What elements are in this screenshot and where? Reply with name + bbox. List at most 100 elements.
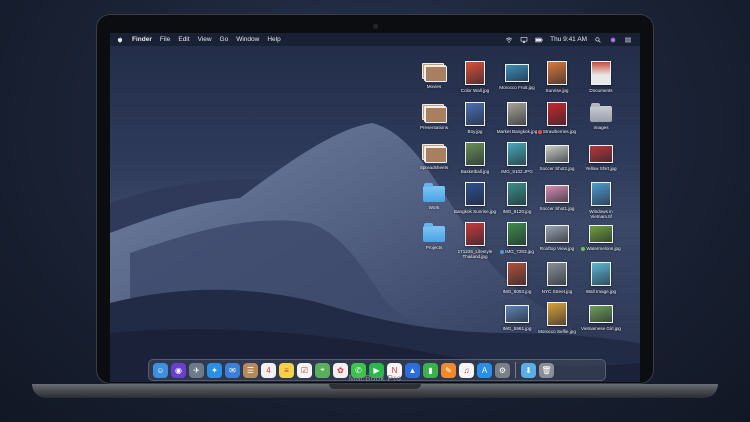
- desktop-item-label: Morocco Selfie.jpg: [534, 329, 580, 334]
- desktop-item-name: Documents: [589, 88, 613, 93]
- desktop-item[interactable]: Strawberries.jpg: [534, 102, 580, 134]
- desktop-item-label: Basketball.jpg: [452, 169, 498, 174]
- menu-finder[interactable]: Finder: [132, 36, 152, 43]
- desktop-item-name: Wall Image.jpg: [585, 289, 617, 294]
- desktop-item[interactable]: Vietnamese Girl.jpg: [578, 302, 624, 331]
- desktop-item[interactable]: Soccer Shot1.jpg: [534, 182, 580, 211]
- menu-bar: Finder File Edit View Go Window Help Thu…: [110, 33, 640, 46]
- tag-dot-icon: [537, 129, 542, 134]
- desktop-item-name: Market Bangkok.jpg: [496, 129, 538, 134]
- desktop-item[interactable]: Soccer Shot2.jpg: [534, 142, 580, 171]
- airplay-icon[interactable]: [520, 36, 528, 43]
- siri-icon[interactable]: [609, 37, 617, 43]
- desktop-item[interactable]: Images: [578, 102, 624, 130]
- desktop-item-name: Projects: [425, 245, 443, 250]
- photo-thumbnail-icon: [547, 61, 567, 85]
- laptop-lid: Finder File Edit View Go Window Help Thu…: [96, 14, 654, 384]
- control-center-icon[interactable]: [624, 37, 632, 43]
- desktop-item[interactable]: Morocco Selfie.jpg: [534, 302, 580, 334]
- desktop-item-name: Strawberries.jpg: [542, 129, 577, 134]
- photo-thumbnail-icon: [591, 182, 611, 206]
- desktop-item-label: Vietnamese Girl.jpg: [578, 326, 624, 331]
- battery-icon[interactable]: [535, 37, 543, 43]
- desktop-item-name: Watermelons.jpg: [586, 246, 621, 251]
- wifi-icon[interactable]: [505, 37, 513, 43]
- desktop-item-label: Color Wall.jpg: [452, 88, 498, 93]
- photo-thumbnail-icon: [465, 222, 485, 246]
- desktop-item-name: Presentations: [419, 125, 449, 130]
- menu-window[interactable]: Window: [236, 36, 259, 43]
- menu-view[interactable]: View: [198, 36, 212, 43]
- desktop-item-name: Morocco Fruit.jpg: [499, 85, 535, 90]
- desktop-item-label: Movies: [411, 84, 457, 89]
- desktop-item[interactable]: Basketball.jpg: [452, 142, 498, 174]
- desktop-item[interactable]: Documents: [578, 61, 624, 93]
- desktop-item[interactable]: Spreadsheets: [411, 142, 457, 170]
- photo-thumbnail-icon: [507, 262, 527, 286]
- desktop-item-name: IMG_7283.jpg: [505, 249, 534, 254]
- desktop-item-name: 171225_Lifestyle Thailand.jpg: [457, 249, 493, 260]
- desktop-item-label: Strawberries.jpg: [534, 129, 580, 134]
- photo-thumbnail-icon: [545, 225, 569, 243]
- folder-icon: [423, 223, 445, 242]
- desktop-item[interactable]: Projects: [411, 222, 457, 250]
- desktop-item[interactable]: 171225_Lifestyle Thailand.jpg: [452, 222, 498, 260]
- camera-dot: [373, 24, 378, 29]
- tag-dot-icon: [500, 249, 505, 254]
- desktop-item[interactable]: Work: [411, 182, 457, 210]
- desktop-item-label: Spreadsheets: [411, 165, 457, 170]
- desktop-item[interactable]: Sunrise.jpg: [534, 61, 580, 93]
- desktop-item[interactable]: Watermelons.jpg: [578, 222, 624, 251]
- folder-icon: [423, 183, 445, 202]
- desktop-item-name: Bangkok Sunrise.jpg: [453, 209, 497, 214]
- desktop-item-label: Watermelons.jpg: [578, 246, 624, 251]
- desktop-item-name: Yellow Shirt.jpg: [585, 166, 617, 171]
- desktop-item-label: Work: [411, 205, 457, 210]
- spotlight-icon[interactable]: [594, 36, 602, 43]
- desktop-item-name: Boy.jpg: [467, 129, 483, 134]
- menu-help[interactable]: Help: [267, 36, 280, 43]
- desktop-item[interactable]: Movies: [411, 61, 457, 89]
- desktop-item[interactable]: Rooftop View.jpg: [534, 222, 580, 251]
- laptop-base: [32, 384, 718, 398]
- desktop-item[interactable]: Color Wall.jpg: [452, 61, 498, 93]
- desktop-item-label: Projects: [411, 245, 457, 250]
- desktop-item-name: NYC Street.jpg: [541, 289, 573, 294]
- desktop-item-name: Spreadsheets: [419, 165, 449, 170]
- desktop-item[interactable]: NYC Street.jpg: [534, 262, 580, 294]
- photo-thumbnail-icon: [465, 61, 485, 85]
- tag-dot-icon: [581, 246, 586, 251]
- desktop-item-label: 171225_Lifestyle Thailand.jpg: [452, 249, 498, 260]
- desktop-item[interactable]: Windows in Vietnam.tif: [578, 182, 624, 220]
- menu-edit[interactable]: Edit: [178, 36, 189, 43]
- folder-icon: [590, 103, 612, 122]
- desktop-item-label: Windows in Vietnam.tif: [578, 209, 624, 220]
- photo-thumbnail-icon: [545, 145, 569, 163]
- desktop-item-name: Sunrise.jpg: [545, 88, 569, 93]
- desktop-screen: Finder File Edit View Go Window Help Thu…: [110, 33, 640, 382]
- desktop-item-name: Movies: [426, 84, 442, 89]
- desktop-item[interactable]: Wall Image.jpg: [578, 262, 624, 294]
- desktop-item-name: Soccer Shot1.jpg: [539, 206, 575, 211]
- photo-thumbnail-icon: [547, 262, 567, 286]
- device-label: MacBook Pro: [348, 374, 402, 383]
- desktop-item[interactable]: Boy.jpg: [452, 102, 498, 134]
- desktop-item[interactable]: Yellow Shirt.jpg: [578, 142, 624, 171]
- menu-file[interactable]: File: [160, 36, 170, 43]
- desktop-item-name: Morocco Selfie.jpg: [538, 329, 576, 334]
- desktop-item-label: NYC Street.jpg: [534, 289, 580, 294]
- desktop-item-name: Images: [593, 125, 609, 130]
- desktop-item-name: Soccer Shot2.jpg: [539, 166, 575, 171]
- desktop-item[interactable]: Presentations: [411, 102, 457, 130]
- desktop-item-label: Images: [578, 125, 624, 130]
- photo-thumbnail-icon: [589, 225, 613, 243]
- photo-thumbnail-icon: [505, 305, 529, 323]
- desktop-item[interactable]: Bangkok Sunrise.jpg: [452, 182, 498, 214]
- photo-thumbnail-icon: [589, 145, 613, 163]
- desktop-item-label: Presentations: [411, 125, 457, 130]
- apple-icon[interactable]: [116, 36, 124, 43]
- desktop-item-name: Color Wall.jpg: [460, 88, 490, 93]
- menu-go[interactable]: Go: [220, 36, 229, 43]
- desktop-item-name: IMG_5961.jpg: [502, 326, 532, 331]
- menu-clock[interactable]: Thu 9:41 AM: [550, 36, 587, 43]
